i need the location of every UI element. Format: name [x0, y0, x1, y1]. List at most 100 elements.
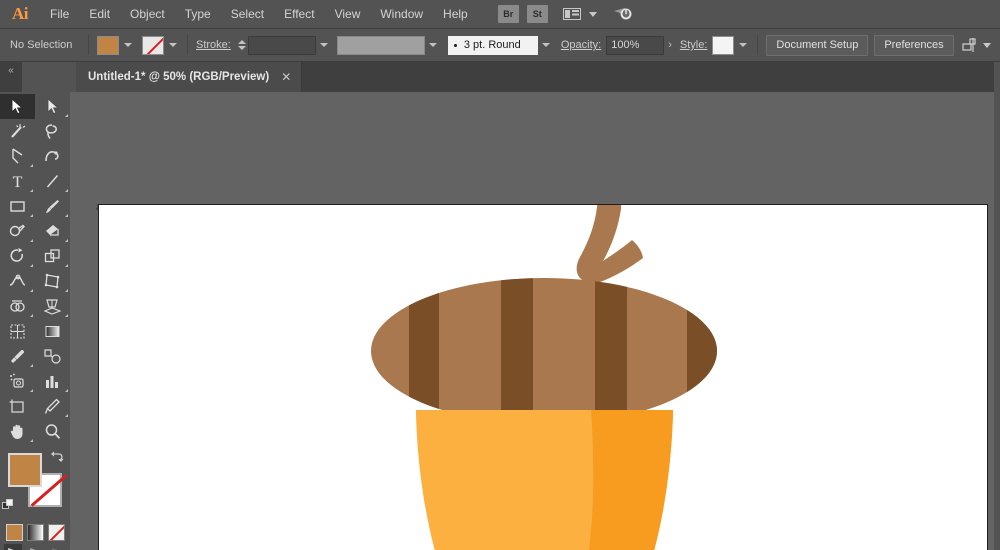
menu-item-file[interactable]: File: [40, 0, 79, 29]
direct-selection-tool[interactable]: [35, 94, 70, 119]
shaper-tool[interactable]: [0, 219, 35, 244]
gradient-tool[interactable]: [35, 319, 70, 344]
document-tab-title: Untitled-1* @ 50% (RGB/Preview): [88, 71, 270, 83]
color-mode-row: [0, 516, 70, 542]
full-screen-menubar-mode-button[interactable]: [26, 544, 44, 550]
selection-status-label: No Selection: [10, 39, 73, 51]
magic-wand-tool[interactable]: [0, 119, 35, 144]
acorn-cap: [371, 278, 717, 424]
paintbrush-tool[interactable]: [35, 194, 70, 219]
scale-tool[interactable]: [35, 244, 70, 269]
zoom-tool[interactable]: [35, 419, 70, 444]
swap-fill-stroke-icon[interactable]: [50, 450, 64, 464]
curvature-tool[interactable]: [35, 144, 70, 169]
document-tab[interactable]: Untitled-1* @ 50% (RGB/Preview) ✕: [76, 62, 303, 92]
collapse-panels-icon[interactable]: «: [0, 62, 22, 92]
stroke-color-swatch[interactable]: [142, 35, 164, 55]
perspective-grid-tool[interactable]: [35, 294, 70, 319]
pen-tool[interactable]: [0, 144, 35, 169]
workspace-switcher-icon[interactable]: [560, 5, 584, 23]
menu-item-effect[interactable]: Effect: [274, 0, 324, 29]
artboard-tool[interactable]: [0, 394, 35, 419]
control-bar: No Selection Stroke: 3 pt. Round Opacity…: [0, 29, 1000, 62]
line-segment-tool[interactable]: [35, 169, 70, 194]
acorn-illustration[interactable]: [99, 205, 988, 550]
style-chevron-down-icon[interactable]: [736, 36, 749, 55]
cap-stripe: [687, 278, 717, 424]
mesh-tool[interactable]: [0, 319, 35, 344]
type-tool[interactable]: T: [0, 169, 35, 194]
stroke-weight-input[interactable]: [247, 35, 316, 55]
stroke-profile-chevron-down-icon[interactable]: [427, 36, 440, 55]
menu-item-help[interactable]: Help: [433, 0, 478, 29]
hand-tool[interactable]: [0, 419, 35, 444]
stroke-chevron-down-icon[interactable]: [166, 36, 179, 55]
tools-grid: T: [0, 92, 70, 444]
close-icon[interactable]: ✕: [281, 70, 291, 84]
workspace-chevron-down-icon[interactable]: [588, 11, 597, 17]
artboard[interactable]: [98, 204, 988, 550]
document-setup-button[interactable]: Document Setup: [766, 34, 869, 56]
brush-definition-chevron-down-icon[interactable]: [540, 36, 553, 55]
acorn-stem: [576, 205, 643, 283]
screen-mode-row: [0, 542, 70, 550]
none-mode-button[interactable]: [48, 524, 65, 541]
document-tab-bar: « Untitled-1* @ 50% (RGB/Preview) ✕: [0, 62, 1000, 92]
graphic-style-swatch[interactable]: [712, 35, 735, 55]
menu-item-edit[interactable]: Edit: [79, 0, 120, 29]
style-label[interactable]: Style:: [680, 39, 708, 51]
selection-tool[interactable]: [0, 94, 35, 119]
lasso-tool[interactable]: [35, 119, 70, 144]
power-icon[interactable]: [611, 4, 637, 24]
color-mode-button[interactable]: [6, 524, 23, 541]
slice-tool[interactable]: [35, 394, 70, 419]
stroke-weight-label[interactable]: Stroke:: [196, 39, 231, 51]
rectangle-tool[interactable]: [0, 194, 35, 219]
brush-dot-icon: [453, 43, 457, 47]
bridge-button[interactable]: Br: [497, 5, 519, 23]
align-chevron-down-icon[interactable]: [982, 42, 991, 48]
cap-stripe: [501, 278, 533, 424]
stroke-weight-chevron-down-icon[interactable]: [318, 36, 331, 55]
opacity-label[interactable]: Opacity:: [561, 39, 601, 51]
app-logo-icon: Ai: [12, 4, 29, 23]
brush-definition-select[interactable]: 3 pt. Round: [447, 35, 538, 55]
stroke-weight-stepper[interactable]: [237, 36, 248, 55]
menu-item-object[interactable]: Object: [120, 0, 175, 29]
rotate-tool[interactable]: [0, 244, 35, 269]
width-tool[interactable]: [0, 269, 35, 294]
blend-tool[interactable]: [35, 344, 70, 369]
menu-item-window[interactable]: Window: [370, 0, 433, 29]
column-graph-tool[interactable]: [35, 369, 70, 394]
divider: [187, 35, 188, 55]
menu-item-type[interactable]: Type: [175, 0, 221, 29]
acorn-nut: [416, 410, 673, 550]
illustrator-window: Ai File Edit Object Type Select Effect V…: [0, 0, 1000, 550]
fill-color-box[interactable]: [8, 453, 42, 487]
shape-builder-tool[interactable]: [0, 294, 35, 319]
menu-item-select[interactable]: Select: [221, 0, 274, 29]
opacity-input[interactable]: 100%: [606, 35, 665, 55]
align-to-pixel-grid-icon[interactable]: [962, 37, 978, 53]
opacity-more-icon[interactable]: ›: [668, 39, 672, 51]
full-screen-mode-button[interactable]: [48, 544, 66, 550]
preferences-button[interactable]: Preferences: [874, 34, 954, 56]
fill-chevron-down-icon[interactable]: [121, 36, 134, 55]
divider: [88, 35, 89, 55]
free-transform-tool[interactable]: [35, 269, 70, 294]
stroke-profile-input[interactable]: [336, 35, 425, 55]
svg-text:T: T: [13, 174, 23, 190]
eraser-tool[interactable]: [35, 219, 70, 244]
symbol-sprayer-tool[interactable]: [0, 369, 35, 394]
normal-screen-mode-button[interactable]: [4, 544, 22, 550]
divider: [757, 35, 759, 55]
menu-item-view[interactable]: View: [325, 0, 371, 29]
fill-stroke-controls: [0, 448, 70, 516]
default-fill-stroke-icon[interactable]: [2, 499, 15, 512]
eyedropper-tool[interactable]: [0, 344, 35, 369]
fill-color-swatch[interactable]: [97, 35, 119, 55]
stock-button[interactable]: St: [526, 5, 548, 23]
menu-bar: Ai File Edit Object Type Select Effect V…: [0, 0, 1000, 29]
document-canvas[interactable]: [70, 92, 1000, 550]
gradient-mode-button[interactable]: [27, 524, 44, 541]
